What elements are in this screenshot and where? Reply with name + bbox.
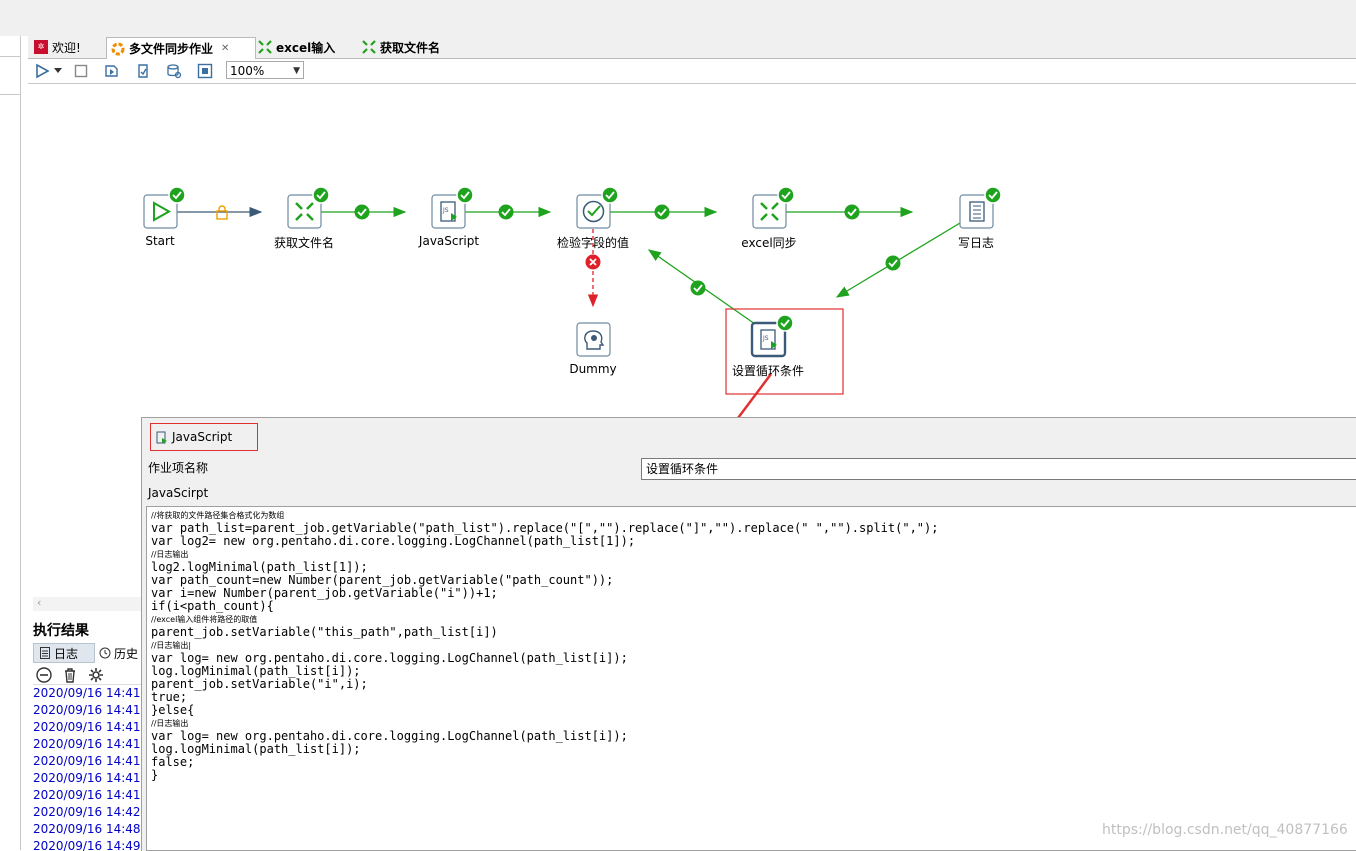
tab-log-label: 日志 [54,646,79,661]
chevron-down-icon: ▼ [293,66,300,76]
hop-log-loop [835,213,976,298]
stop-log-icon[interactable] [36,667,52,683]
log-line: 2020/09/16 14:41: [33,686,141,700]
hop-getfiles-js [321,204,407,220]
javascript-icon [156,431,167,443]
node-check [576,186,619,229]
hop-check-excel [610,204,718,220]
node-label-excel: excel同步 [741,236,797,250]
job-entry-name-label: 作业项名称 [148,461,209,475]
run-icon[interactable] [33,62,51,80]
job-icon [111,42,125,56]
explore-db-icon[interactable] [196,62,214,80]
editor-tab-bar: ✲ 欢迎! 多文件同步作业 ✕ excel输入 获取文件名 [28,36,1356,59]
tab-multi-file-job[interactable]: 多文件同步作业 ✕ [106,37,256,59]
dialog-title: JavaScript [150,423,258,451]
node-start [143,186,186,229]
window-top-area [0,0,1356,36]
code-line: } [151,768,159,782]
tab-label: 多文件同步作业 [129,42,214,56]
left-panel [0,36,21,850]
horizontal-scrollbar[interactable]: ‹ [33,596,141,611]
log-line: 2020/09/16 14:41: [33,720,141,734]
dialog-title-text: JavaScript [172,430,233,444]
svg-text:JS: JS [442,207,449,214]
results-tabs: 日志 历史 [33,643,143,663]
node-js: JS [431,186,474,229]
code-line: }else{ [151,703,195,717]
stop-icon[interactable] [72,62,90,80]
node-label-start: Start [145,234,175,248]
tab-label: excel输入 [276,40,336,55]
chevron-left-icon[interactable]: ‹ [37,596,41,609]
log-output[interactable]: 2020/09/16 14:41: 2020/09/16 14:41: 2020/0… [33,684,141,851]
node-label-js: JavaScript [418,234,480,248]
zoom-select[interactable]: 100% ▼ [226,61,304,79]
code-line: var i=new Number(parent_job.getVariable(… [151,586,498,600]
watermark: https://blog.csdn.net/qq_40877166 [1102,822,1348,838]
hop-start-getfiles [177,205,263,220]
transformation-icon [362,40,376,54]
node-getfiles [287,186,330,229]
settings-icon[interactable] [88,667,104,683]
tab-excel-input[interactable]: excel输入 [254,37,362,57]
tab-history-label: 历史 [114,646,139,661]
node-label-log: 写日志 [957,236,995,250]
script-label: JavaScirpt [148,486,209,500]
code-line: parent_job.setVariable("this_path",path_… [151,625,498,639]
log-line: 2020/09/16 14:48: [33,822,141,836]
job-entry-name-input[interactable]: 设置循环条件 [641,458,1356,480]
log-icon [40,647,50,659]
tab-get-filenames[interactable]: 获取文件名 [358,37,474,57]
node-excel [752,186,795,229]
trash-icon[interactable] [62,667,78,683]
log-line: 2020/09/16 14:41: [33,788,141,802]
replay-icon[interactable] [103,62,121,80]
code-line: false; [151,755,195,769]
log-line: 2020/09/16 14:41: [33,771,141,785]
code-line: log.logMinimal(path_list[i]); [151,742,361,756]
results-title: 执行结果 [33,623,89,639]
tab-label: 欢迎! [52,40,81,55]
script-editor[interactable]: //将获取的文件路径集合格式化为数组 var path_list=parent_j… [146,506,1356,851]
code-line: var log2= new org.pentaho.di.core.loggin… [151,534,636,548]
node-label-loop: 设置循环条件 [731,364,805,378]
hop-loop-check [647,249,756,325]
transformation-icon [258,40,272,54]
log-line: 2020/09/16 14:49: [33,839,141,851]
run-dropdown-icon[interactable] [53,62,63,80]
node-label-getfiles: 获取文件名 [273,236,335,250]
node-loop: JS [750,314,794,358]
check-icon[interactable] [134,62,152,80]
hop-js-check [465,204,552,220]
tab-history[interactable]: 历史 [99,643,143,663]
tab-log[interactable]: 日志 [33,643,95,663]
log-line: 2020/09/16 14:41: [33,754,141,768]
node-label-dummy: Dummy [569,362,617,376]
job-toolbar: 100% ▼ [28,59,1356,84]
code-line: parent_job.setVariable("i",i); [151,677,368,691]
log-line: 2020/09/16 14:41: [33,703,141,717]
svg-text:JS: JS [762,335,769,342]
welcome-icon: ✲ [34,40,48,54]
node-log [959,186,1002,229]
node-label-check: 检验字段的值 [556,236,630,250]
zoom-value: 100% [230,64,265,78]
javascript-dialog: JavaScript 作业项名称 设置循环条件 JavaScirpt //将获取… [141,417,1356,851]
code-line: if(i<path_count){ [151,599,274,613]
sql-icon[interactable] [165,62,183,80]
tab-label: 获取文件名 [380,40,441,55]
code-line: true; [151,690,188,704]
node-dummy [576,322,611,357]
log-line: 2020/09/16 14:42: [33,805,141,819]
results-toolbar [36,667,104,683]
hop-excel-log [786,204,914,220]
log-line: 2020/09/16 14:41: [33,737,141,751]
tab-welcome[interactable]: ✲ 欢迎! [30,37,112,57]
close-icon[interactable]: ✕ [221,43,229,54]
clock-icon [99,647,111,659]
